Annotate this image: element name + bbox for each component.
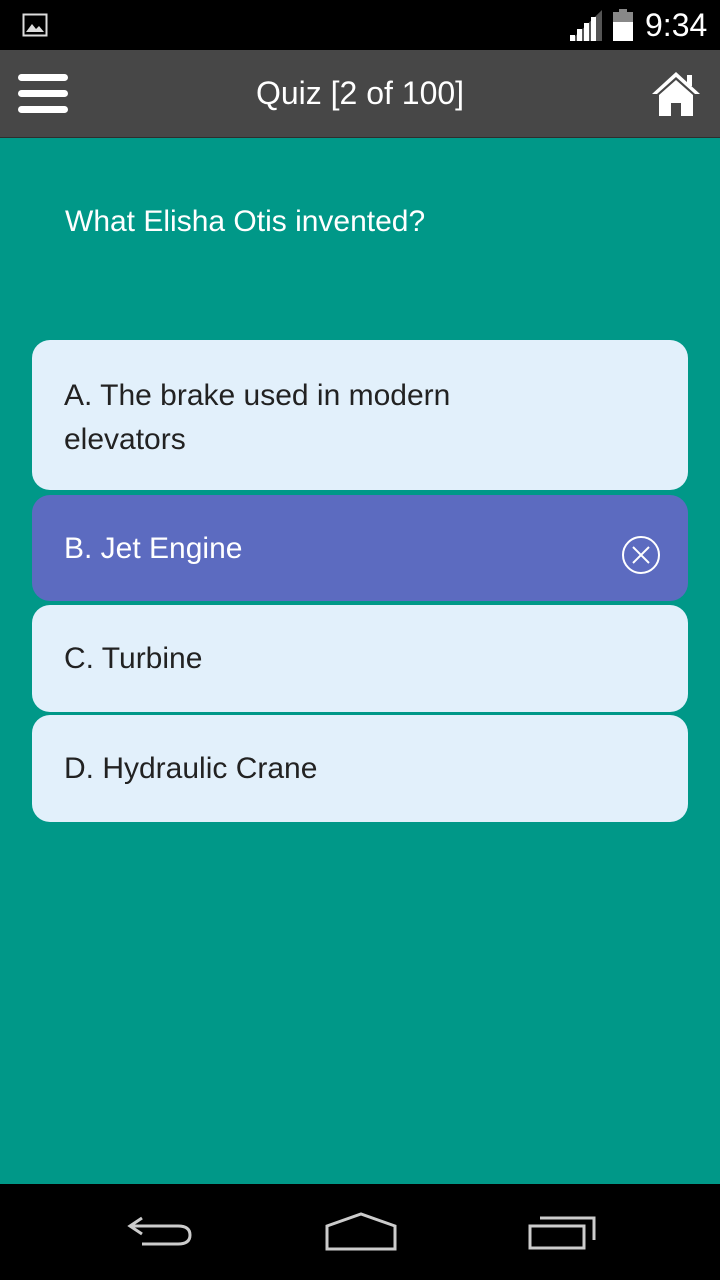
home-nav-icon[interactable] bbox=[323, 1212, 399, 1252]
recent-apps-icon[interactable] bbox=[526, 1212, 598, 1252]
answer-label: D. Hydraulic Crane bbox=[64, 752, 318, 785]
question-text: What Elisha Otis invented? bbox=[65, 205, 426, 238]
page-title: Quiz [2 of 100] bbox=[255, 75, 465, 111]
answer-option-a[interactable]: A. The brake used in modern elevators bbox=[32, 340, 688, 490]
answer-option-d[interactable]: D. Hydraulic Crane bbox=[32, 715, 688, 822]
app-bar: Quiz [2 of 100] bbox=[0, 50, 720, 138]
system-nav-bar bbox=[0, 1184, 720, 1280]
back-icon[interactable] bbox=[126, 1212, 196, 1252]
answer-label: C. Turbine bbox=[64, 642, 203, 675]
quiz-content: What Elisha Otis invented? A. The brake … bbox=[0, 138, 720, 1184]
home-icon[interactable] bbox=[650, 68, 702, 120]
answer-label: A. The brake used in modern elevators bbox=[64, 379, 451, 456]
wrong-answer-icon bbox=[622, 536, 660, 574]
status-time: 9:34 bbox=[645, 7, 708, 43]
status-bar: 9:34 bbox=[0, 0, 720, 50]
answer-option-c[interactable]: C. Turbine bbox=[32, 605, 688, 712]
image-notification-icon bbox=[22, 13, 48, 37]
battery-icon bbox=[613, 9, 633, 41]
answer-option-b[interactable]: B. Jet Engine bbox=[32, 495, 688, 601]
answer-label: B. Jet Engine bbox=[64, 532, 243, 565]
signal-icon bbox=[570, 10, 602, 41]
